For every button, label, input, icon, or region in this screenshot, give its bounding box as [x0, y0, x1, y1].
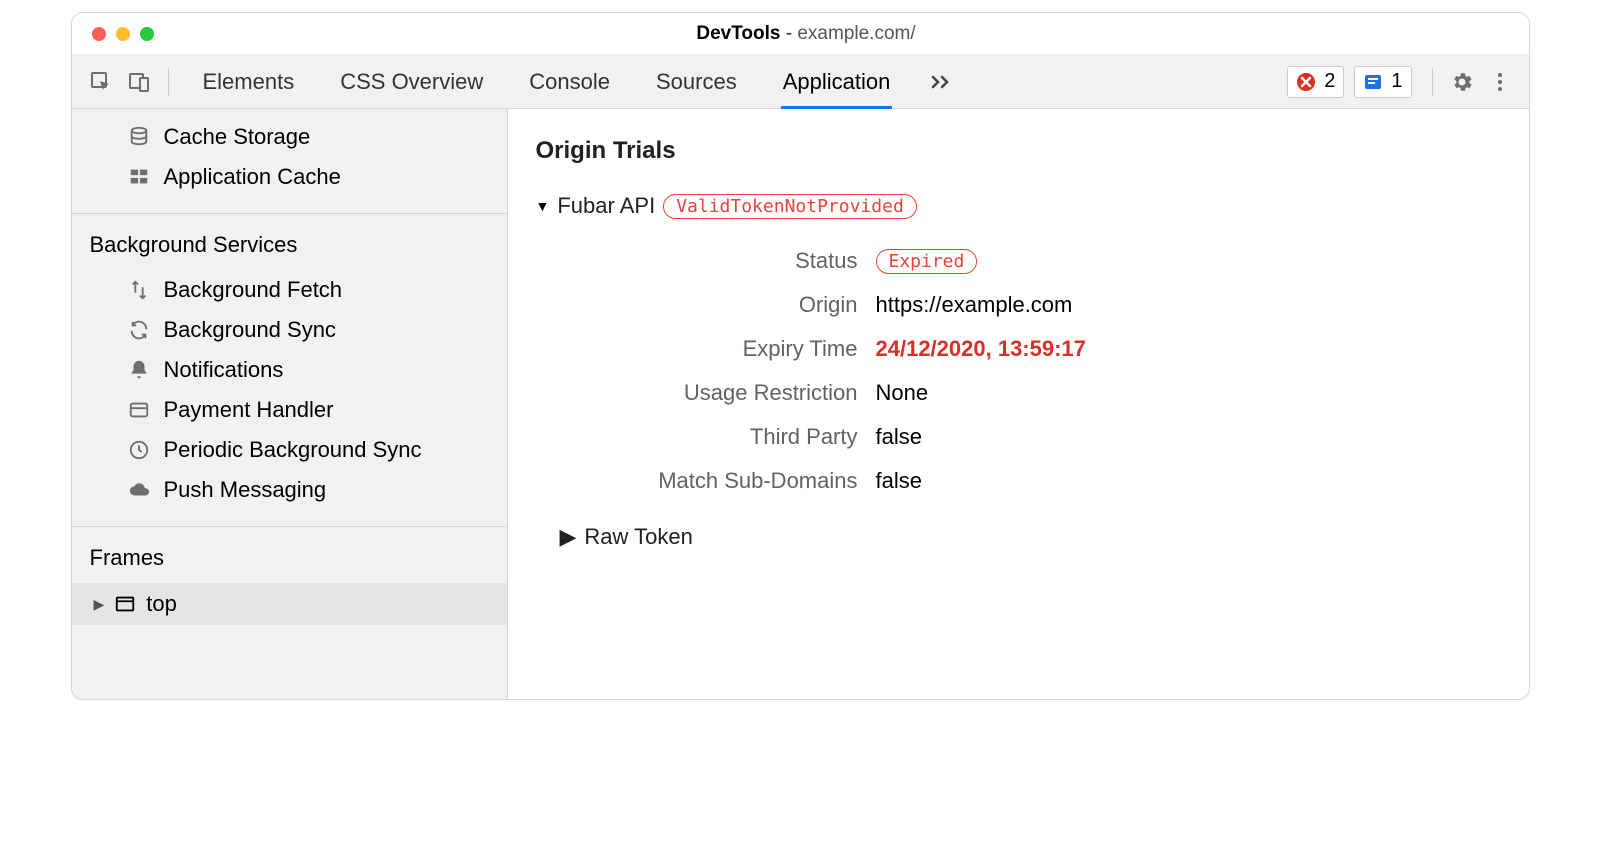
sidebar-item-cache-storage[interactable]: Cache Storage [72, 117, 507, 157]
sidebar-item-background-fetch[interactable]: Background Fetch [72, 270, 507, 310]
sidebar-item-label: Notifications [164, 357, 284, 383]
frame-label: top [146, 591, 177, 617]
panel-body: Cache Storage Application Cache Backgrou… [72, 109, 1529, 699]
sidebar-item-periodic-background-sync[interactable]: Periodic Background Sync [72, 430, 507, 470]
tab-sources[interactable]: Sources [656, 55, 737, 109]
origin-trial-name: Fubar API [557, 193, 655, 219]
sidebar-item-application-cache[interactable]: Application Cache [72, 157, 507, 197]
application-sidebar: Cache Storage Application Cache Backgrou… [72, 109, 508, 699]
sidebar-item-background-sync[interactable]: Background Sync [72, 310, 507, 350]
inspect-element-button[interactable] [82, 63, 120, 101]
credit-card-icon [128, 399, 150, 421]
frame-top[interactable]: ▶ top [72, 583, 507, 625]
origin-label: Origin [536, 292, 876, 318]
sidebar-item-label: Cache Storage [164, 124, 311, 150]
usage-restriction-label: Usage Restriction [536, 380, 876, 406]
expiry-value: 24/12/2020, 13:59:17 [876, 336, 1501, 362]
kebab-menu-button[interactable] [1481, 63, 1519, 101]
window-title-prefix: DevTools [696, 23, 780, 44]
disclosure-triangle-icon: ▼ [536, 198, 550, 214]
panel-tabs: Elements CSS Overview Console Sources Ap… [179, 55, 891, 109]
sidebar-item-label: Background Fetch [164, 277, 343, 303]
cloud-icon [128, 479, 150, 501]
sidebar-item-label: Background Sync [164, 317, 336, 343]
grid-icon [128, 166, 150, 188]
devtools-window: DevTools - example.com/ Elements CSS Ove… [71, 12, 1530, 700]
raw-token-item[interactable]: ▶ Raw Token [536, 524, 1501, 550]
third-party-label: Third Party [536, 424, 876, 450]
device-toolbar-button[interactable] [120, 63, 158, 101]
origin-value: https://example.com [876, 292, 1501, 318]
sidebar-item-push-messaging[interactable]: Push Messaging [72, 470, 507, 510]
toolbar-separator [1432, 68, 1433, 96]
frame-icon [114, 593, 136, 615]
sync-icon [128, 319, 150, 341]
tab-console[interactable]: Console [529, 55, 610, 109]
errors-count: 2 [1324, 70, 1335, 93]
settings-button[interactable] [1443, 63, 1481, 101]
window-titlebar: DevTools - example.com/ [72, 13, 1529, 55]
status-label: Status [536, 248, 876, 274]
window-title-url: example.com/ [797, 23, 915, 44]
traffic-lights [72, 27, 154, 41]
tab-elements[interactable]: Elements [203, 55, 295, 109]
origin-trial-item[interactable]: ▼ Fubar API ValidTokenNotProvided [536, 193, 1501, 219]
sidebar-item-label: Push Messaging [164, 477, 327, 503]
sidebar-item-label: Payment Handler [164, 397, 334, 423]
toolbar-separator [168, 68, 169, 96]
match-subdomains-label: Match Sub-Domains [536, 468, 876, 494]
console-errors-chip[interactable]: 2 [1287, 66, 1344, 98]
minimize-window-button[interactable] [116, 27, 130, 41]
page-heading: Origin Trials [536, 137, 1501, 165]
close-window-button[interactable] [92, 27, 106, 41]
zoom-window-button[interactable] [140, 27, 154, 41]
sidebar-item-payment-handler[interactable]: Payment Handler [72, 390, 507, 430]
more-tabs-button[interactable] [930, 73, 952, 91]
sidebar-item-label: Application Cache [164, 164, 341, 190]
raw-token-label: Raw Token [584, 524, 692, 550]
token-status-badge: ValidTokenNotProvided [663, 194, 917, 219]
issues-chip[interactable]: 1 [1354, 66, 1411, 98]
third-party-value: false [876, 424, 1501, 450]
fetch-icon [128, 279, 150, 301]
status-value: Expired [876, 247, 1501, 274]
usage-restriction-value: None [876, 380, 1501, 406]
sidebar-item-label: Periodic Background Sync [164, 437, 422, 463]
match-subdomains-value: false [876, 468, 1501, 494]
sidebar-item-notifications[interactable]: Notifications [72, 350, 507, 390]
sidebar-section-frames[interactable]: Frames [72, 526, 507, 583]
main-content: Origin Trials ▼ Fubar API ValidTokenNotP… [508, 109, 1529, 699]
disclosure-triangle-icon: ▶ [560, 524, 577, 550]
clock-icon [128, 439, 150, 461]
origin-trial-details: Status Expired Origin https://example.co… [536, 247, 1501, 494]
tab-css-overview[interactable]: CSS Overview [340, 55, 483, 109]
sidebar-section-background-services[interactable]: Background Services [72, 213, 507, 270]
main-toolbar: Elements CSS Overview Console Sources Ap… [72, 55, 1529, 109]
issues-count: 1 [1391, 70, 1402, 93]
tab-application[interactable]: Application [783, 55, 891, 109]
bell-icon [128, 359, 150, 381]
window-title: DevTools - example.com/ [154, 23, 1459, 45]
expiry-label: Expiry Time [536, 336, 876, 362]
disclosure-triangle-icon: ▶ [94, 596, 105, 613]
database-icon [128, 126, 150, 148]
